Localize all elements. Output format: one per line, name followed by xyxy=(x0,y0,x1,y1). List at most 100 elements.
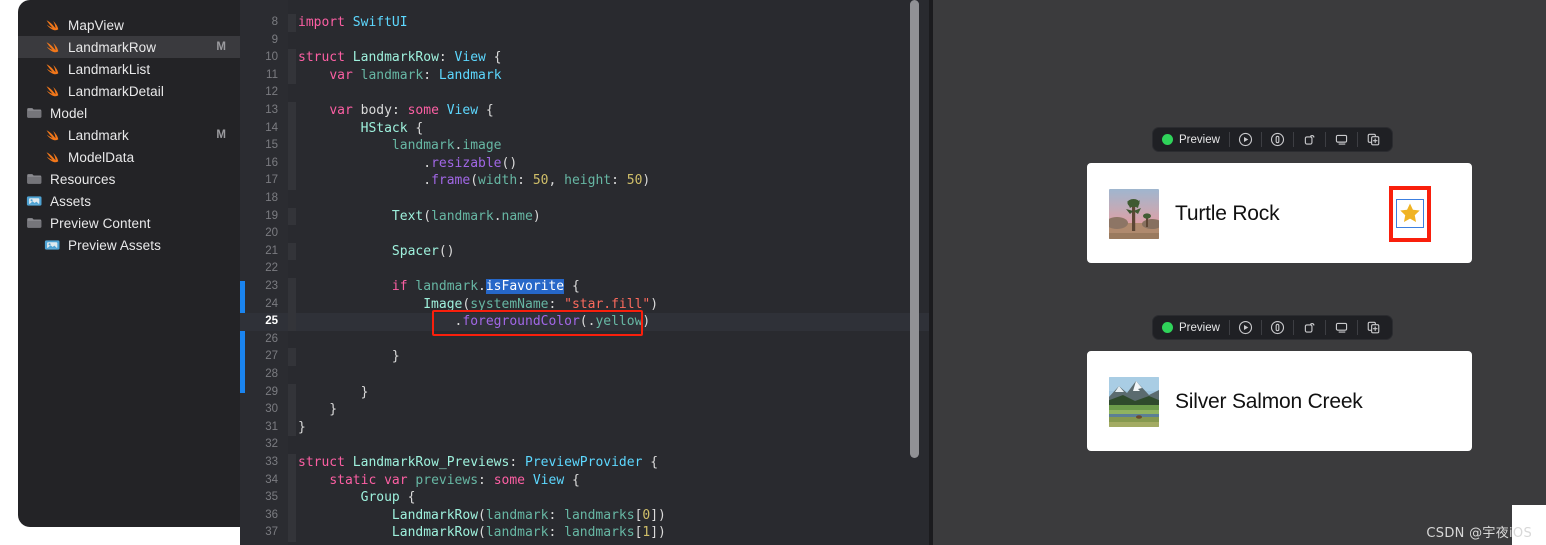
source-editor[interactable]: 8 import SwiftUI 9 10 struct LandmarkRow: Vi… xyxy=(240,0,933,545)
navigator-item-preview-content[interactable]: Preview Content xyxy=(18,212,240,234)
navigator-item-label: Preview Content xyxy=(50,215,151,231)
code-line-number: 16 xyxy=(265,156,278,169)
code-line[interactable]: 11 var landmark: Landmark xyxy=(240,66,933,85)
code-line[interactable]: 15 landmark.image xyxy=(240,137,933,155)
code-fold-ribbon[interactable] xyxy=(288,313,296,331)
code-fold-ribbon[interactable] xyxy=(288,66,296,85)
code-line-number: 32 xyxy=(265,438,278,451)
preview-toolbar-1[interactable]: Preview xyxy=(1152,127,1393,152)
play-preview-icon[interactable] xyxy=(1230,128,1261,151)
code-line-number: 22 xyxy=(265,262,278,275)
code-line[interactable]: 21 Spacer() xyxy=(240,242,933,261)
live-preview-icon[interactable] xyxy=(1262,128,1293,151)
code-fold-ribbon[interactable] xyxy=(288,506,296,525)
code-line[interactable]: 31} xyxy=(240,418,933,437)
code-annotation-box xyxy=(432,310,643,336)
preview-on-device-icon[interactable] xyxy=(1326,128,1357,151)
device-rotate-icon[interactable] xyxy=(1294,128,1325,151)
code-fold-ribbon[interactable] xyxy=(288,119,296,138)
code-fold-ribbon[interactable] xyxy=(288,471,296,490)
navigator-item-assets[interactable]: Assets xyxy=(18,190,240,212)
code-fold-ribbon[interactable] xyxy=(288,102,296,120)
editor-vertical-scrollbar[interactable] xyxy=(910,0,919,458)
device-rotate-icon[interactable] xyxy=(1294,316,1325,339)
code-fold-ribbon[interactable] xyxy=(288,32,296,50)
code-fold-ribbon[interactable] xyxy=(288,295,296,314)
code-fold-ribbon[interactable] xyxy=(288,225,296,243)
code-line[interactable]: 18 xyxy=(240,190,933,208)
preview-status-chip[interactable]: Preview xyxy=(1156,316,1229,339)
play-preview-icon[interactable] xyxy=(1230,316,1261,339)
navigator-item-model[interactable]: Model xyxy=(18,102,240,124)
code-fold-ribbon[interactable] xyxy=(288,84,296,102)
preview-row-card-1[interactable]: Turtle Rock xyxy=(1087,163,1472,263)
navigator-item-landmarkrow[interactable]: LandmarkRow M xyxy=(18,36,240,58)
project-navigator-list[interactable]: MapView LandmarkRow M LandmarkList LandmarkD… xyxy=(18,0,240,256)
code-line-text: } xyxy=(298,419,306,435)
code-line[interactable]: 10 struct LandmarkRow: View { xyxy=(240,49,933,67)
code-fold-ribbon[interactable] xyxy=(288,172,296,190)
joshua-tree-desert-thumbnail xyxy=(1109,189,1159,239)
code-line[interactable]: 35 Group { xyxy=(240,489,933,507)
code-line-text: static var previews: some View { xyxy=(329,472,580,488)
code-line[interactable]: 29 } xyxy=(240,383,933,402)
code-line[interactable]: 36 LandmarkRow(landmark: landmarks[0]) xyxy=(240,506,933,525)
code-line[interactable]: 28 xyxy=(240,366,933,384)
code-fold-ribbon[interactable] xyxy=(288,207,296,226)
code-line[interactable]: 37 LandmarkRow(landmark: landmarks[1]) xyxy=(240,524,933,542)
code-line[interactable]: 23 if landmark.isFavorite { xyxy=(240,278,933,296)
code-fold-ribbon[interactable] xyxy=(288,524,296,542)
code-fold-ribbon[interactable] xyxy=(288,489,296,507)
duplicate-preview-icon[interactable] xyxy=(1358,128,1389,151)
code-line[interactable]: 14 HStack { xyxy=(240,119,933,138)
code-fold-ribbon[interactable] xyxy=(288,331,296,349)
navigator-item-modeldata[interactable]: ModelData xyxy=(18,146,240,168)
code-line[interactable]: 32 xyxy=(240,436,933,454)
code-line[interactable]: 17 .frame(width: 50, height: 50) xyxy=(240,172,933,190)
code-fold-ribbon[interactable] xyxy=(288,154,296,173)
code-line[interactable]: 9 xyxy=(240,32,933,50)
navigator-item-resources[interactable]: Resources xyxy=(18,168,240,190)
code-fold-ribbon[interactable] xyxy=(288,137,296,155)
code-line[interactable]: 19 Text(landmark.name) xyxy=(240,207,933,226)
code-fold-ribbon[interactable] xyxy=(288,366,296,384)
preview-status-chip[interactable]: Preview xyxy=(1156,128,1229,151)
code-fold-ribbon[interactable] xyxy=(288,260,296,278)
code-line[interactable]: 8 import SwiftUI xyxy=(240,14,933,32)
code-fold-ribbon[interactable] xyxy=(288,383,296,402)
preview-toolbar-2[interactable]: Preview xyxy=(1152,315,1393,340)
code-fold-ribbon[interactable] xyxy=(288,242,296,261)
code-fold-ribbon[interactable] xyxy=(288,190,296,208)
preview-row-card-2[interactable]: Silver Salmon Creek xyxy=(1087,351,1472,451)
code-line[interactable]: 20 xyxy=(240,225,933,243)
code-line[interactable]: 30 } xyxy=(240,401,933,419)
code-fold-ribbon[interactable] xyxy=(288,49,296,67)
code-lines[interactable]: 8 import SwiftUI 9 10 struct LandmarkRow: Vi… xyxy=(240,0,933,545)
preview-on-device-icon[interactable] xyxy=(1326,316,1357,339)
project-navigator[interactable]: MapView LandmarkRow M LandmarkList LandmarkD… xyxy=(18,0,240,527)
code-fold-ribbon[interactable] xyxy=(288,401,296,419)
code-line[interactable]: 16 .resizable() xyxy=(240,154,933,173)
code-fold-ribbon[interactable] xyxy=(288,436,296,454)
snowy-mountain-meadow-thumbnail xyxy=(1109,377,1159,427)
code-fold-ribbon[interactable] xyxy=(288,348,296,366)
code-fold-ribbon[interactable] xyxy=(288,14,296,32)
navigator-item-mapview[interactable]: MapView xyxy=(18,14,240,36)
code-fold-ribbon[interactable] xyxy=(288,278,296,296)
navigator-item-landmark[interactable]: Landmark M xyxy=(18,124,240,146)
navigator-item-landmarkdetail[interactable]: LandmarkDetail xyxy=(18,80,240,102)
code-line[interactable]: 33 struct LandmarkRow_Previews: PreviewPr… xyxy=(240,454,933,472)
code-line[interactable]: 12 xyxy=(240,84,933,102)
code-fold-ribbon[interactable] xyxy=(288,418,296,437)
duplicate-preview-icon[interactable] xyxy=(1358,316,1389,339)
preview-canvas[interactable]: Preview Turtle Rock Preview Silver Salmo… xyxy=(933,0,1546,545)
code-line-number: 11 xyxy=(266,68,278,81)
navigator-item-preview-assets[interactable]: Preview Assets xyxy=(18,234,240,256)
code-line[interactable]: 34 static var previews: some View { xyxy=(240,471,933,490)
navigator-item-landmarklist[interactable]: LandmarkList xyxy=(18,58,240,80)
code-line[interactable]: 22 xyxy=(240,260,933,278)
code-line[interactable]: 13 var body: some View { xyxy=(240,102,933,120)
code-fold-ribbon[interactable] xyxy=(288,454,296,472)
live-preview-icon[interactable] xyxy=(1262,316,1293,339)
code-line[interactable]: 27 } xyxy=(240,348,933,366)
